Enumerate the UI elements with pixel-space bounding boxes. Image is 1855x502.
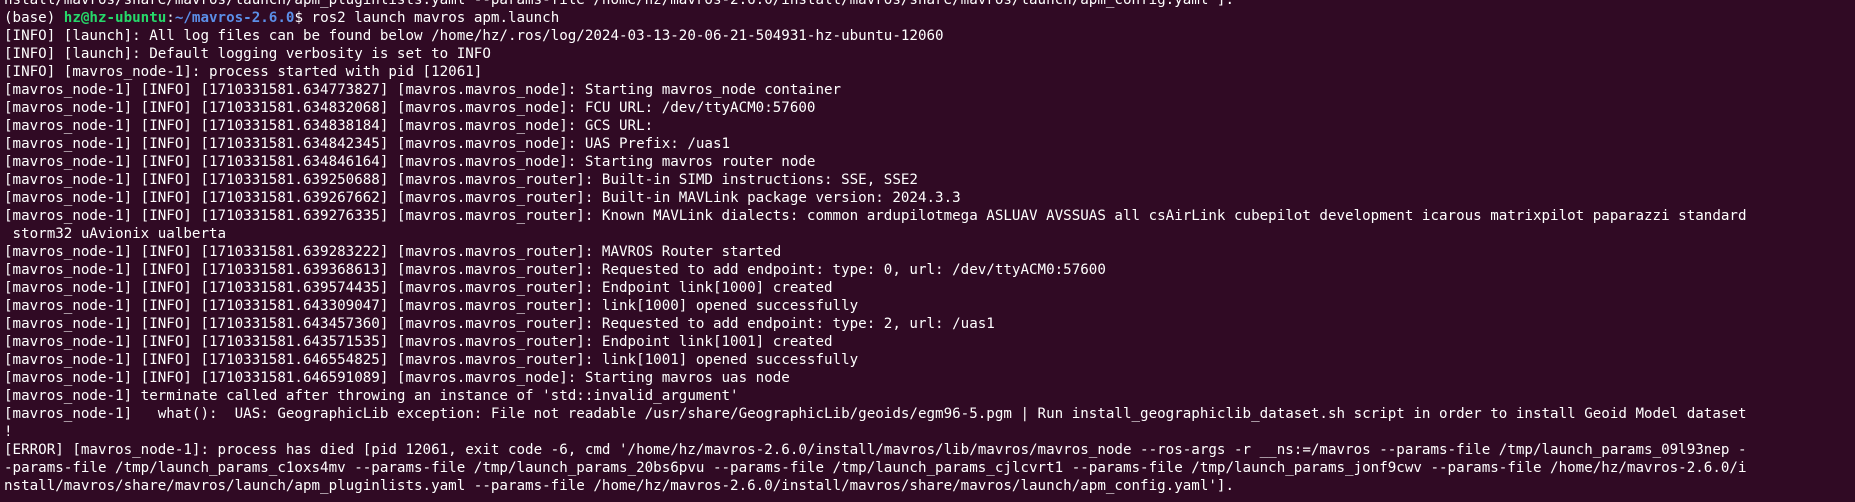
terminal-line: [mavros_node-1] [INFO] [1710331581.63484… xyxy=(4,136,731,152)
terminal-line: [mavros_node-1] [INFO] [1710331581.63483… xyxy=(4,100,816,116)
terminal-line: [mavros_node-1] [INFO] [1710331581.64655… xyxy=(4,352,859,368)
terminal-line: storm32 uAvionix ualberta xyxy=(4,226,227,242)
terminal-line: [mavros_node-1] [INFO] [1710331581.63926… xyxy=(4,190,961,206)
prompt-user-host: hz@hz-ubuntu xyxy=(63,10,167,26)
error-line: [ERROR] [mavros_node-1]: process has die… xyxy=(4,442,1747,458)
terminal-line: [mavros_node-1] [INFO] [1710331581.64330… xyxy=(4,298,859,314)
terminal-line: [mavros_node-1] [INFO] [1710331581.63484… xyxy=(4,154,816,170)
error-line: nstall/mavros/share/mavros/launch/apm_pl… xyxy=(4,478,1234,494)
terminal-line: [mavros_node-1] [INFO] [1710331581.63925… xyxy=(4,172,918,188)
terminal-line: [mavros_node-1] [INFO] [1710331581.63957… xyxy=(4,280,833,296)
terminal-line: ! xyxy=(4,424,13,440)
terminal-line: [mavros_node-1] [INFO] [1710331581.63483… xyxy=(4,118,654,134)
terminal-line: [INFO] [launch]: Default logging verbosi… xyxy=(4,46,491,62)
terminal-line: [mavros_node-1] [INFO] [1710331581.64659… xyxy=(4,370,790,386)
terminal-line: [mavros_node-1] what(): UAS: GeographicL… xyxy=(4,406,1747,422)
terminal-line: [mavros_node-1] [INFO] [1710331581.64357… xyxy=(4,334,833,350)
terminal-output: nstall/mavros/share/mavros/launch/apm_pl… xyxy=(4,0,1851,495)
terminal-line: [mavros_node-1] [INFO] [1710331581.63477… xyxy=(4,82,842,98)
terminal-line-previous: nstall/mavros/share/mavros/launch/apm_pl… xyxy=(4,0,1234,8)
terminal-line: [mavros_node-1] [INFO] [1710331581.63928… xyxy=(4,244,782,260)
prompt-symbol: $ xyxy=(294,10,312,26)
terminal-window[interactable]: nstall/mavros/share/mavros/launch/apm_pl… xyxy=(0,0,1855,502)
terminal-line: [mavros_node-1] [INFO] [1710331581.63927… xyxy=(4,208,1747,224)
prompt-working-directory: ~/mavros-2.6.0 xyxy=(174,10,295,26)
entered-command: ros2 launch mavros apm.launch xyxy=(311,10,560,26)
conda-env-label: (base) xyxy=(4,10,64,26)
terminal-line: [INFO] [mavros_node-1]: process started … xyxy=(4,64,483,80)
command-prompt-line: (base) hz@hz-ubuntu:~/mavros-2.6.0$ ros2… xyxy=(4,9,1851,27)
error-line: -params-file /tmp/launch_params_c1oxs4mv… xyxy=(4,460,1747,476)
prompt-separator: : xyxy=(166,10,175,26)
terminal-line: [mavros_node-1] [INFO] [1710331581.63936… xyxy=(4,262,1106,278)
terminal-line: [INFO] [launch]: All log files can be fo… xyxy=(4,28,944,44)
terminal-line: [mavros_node-1] [INFO] [1710331581.64345… xyxy=(4,316,995,332)
terminal-line: [mavros_node-1] terminate called after t… xyxy=(4,388,739,404)
